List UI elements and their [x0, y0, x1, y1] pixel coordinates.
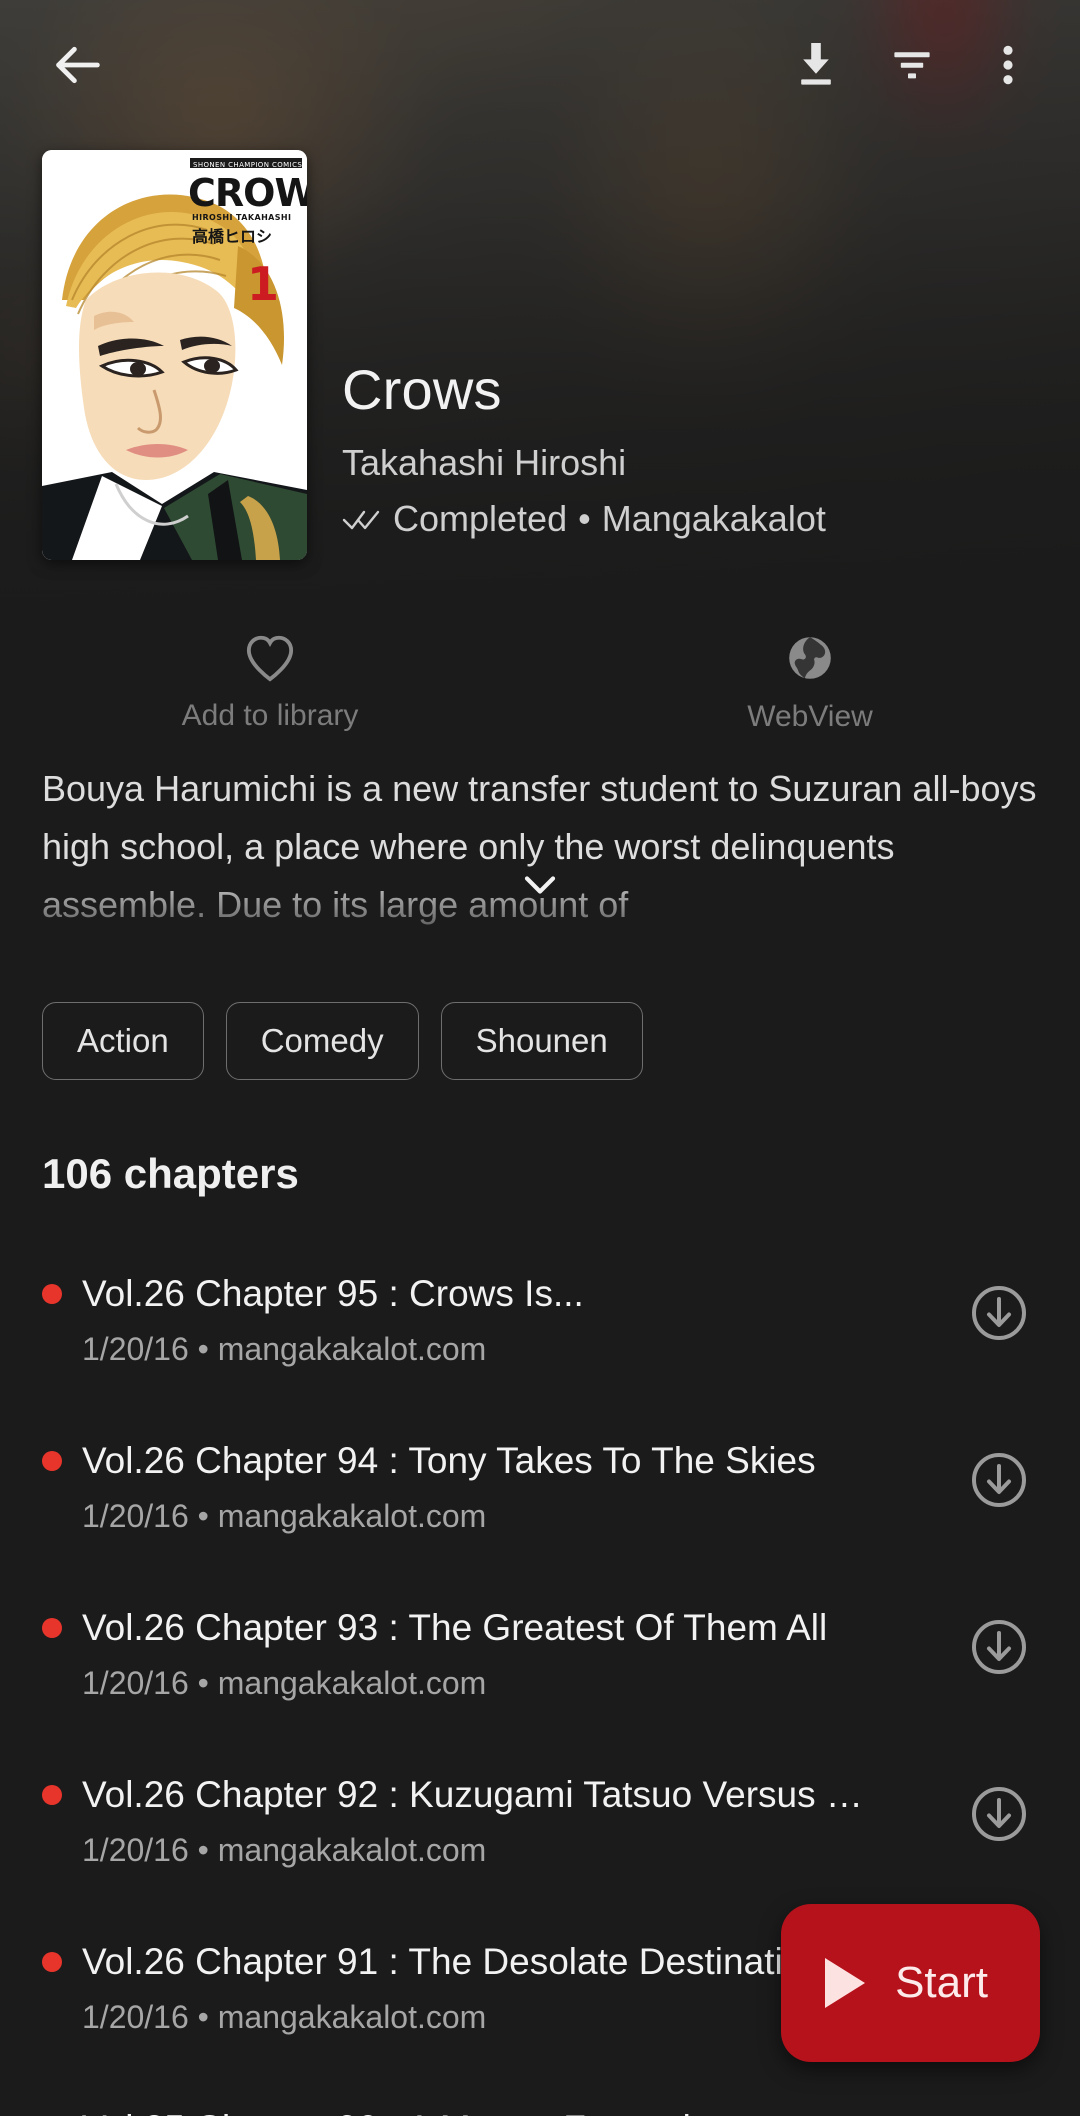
download-circle-icon: [969, 1617, 1029, 1682]
back-button[interactable]: [30, 17, 126, 113]
chapter-title-line: Vol.26 Chapter 95 : Crows Is...: [42, 1270, 936, 1317]
unread-dot: [42, 1450, 62, 1471]
chapter-row[interactable]: Vol.26 Chapter 92 : Kuzugami Tatsuo Vers…: [0, 1743, 1080, 1910]
unread-dot: [42, 1617, 62, 1638]
chapter-source: mangakakalot.com: [217, 1331, 487, 1368]
description-section[interactable]: Bouya Harumichi is a new transfer studen…: [0, 760, 1080, 950]
chapter-title-line: Vol.25 Chapter 90 : A Man ... Formed ...: [42, 2105, 936, 2116]
chapter-date: 1/20/16: [82, 1331, 189, 1368]
webview-label: WebView: [747, 699, 873, 733]
chapters-count-header: 106 chapters: [42, 1150, 299, 1197]
overflow-menu-button[interactable]: [960, 17, 1056, 113]
download-circle-icon: [969, 1450, 1029, 1515]
chapter-info: Vol.26 Chapter 95 : Crows Is... 1/20/16 …: [42, 1270, 960, 1368]
arrow-left-icon: [49, 36, 107, 94]
more-vertical-icon: [986, 41, 1030, 89]
chapter-date: 1/20/16: [82, 1498, 189, 1535]
chapter-download-button[interactable]: [960, 1276, 1038, 1354]
chapter-download-button[interactable]: [960, 1443, 1038, 1521]
svg-text:HIROSHI TAKAHASHI: HIROSHI TAKAHASHI: [192, 213, 291, 222]
manga-author: Takahashi Hiroshi: [342, 442, 627, 483]
chapter-download-button[interactable]: [960, 1610, 1038, 1688]
svg-text:SHONEN CHAMPION COMICS: SHONEN CHAMPION COMICS: [193, 161, 302, 169]
chapter-title: Vol.26 Chapter 94 : Tony Takes To The Sk…: [82, 1440, 816, 1481]
download-circle-icon: [969, 1784, 1029, 1849]
svg-text:1: 1: [247, 257, 279, 311]
chapter-source: mangakakalot.com: [217, 1498, 487, 1535]
chapter-subtitle: 1/20/16 • mangakakalot.com: [82, 1665, 936, 1702]
chapter-info: Vol.26 Chapter 92 : Kuzugami Tatsuo Vers…: [42, 1771, 960, 1869]
app-bar: [0, 0, 1080, 130]
manga-status-line: Completed • Mangakakalot: [342, 498, 1050, 540]
genre-chip-comedy[interactable]: Comedy: [225, 1002, 419, 1080]
manga-title: Crows: [342, 357, 502, 421]
genre-chip-list: Action Comedy Shounen: [0, 1002, 1080, 1080]
unread-dot: [42, 1784, 62, 1805]
manga-header: SHONEN CHAMPION COMICS CROWS HIROSHI TAK…: [0, 150, 1080, 610]
chapter-sub-separator: •: [197, 1498, 209, 1535]
chapter-subtitle: 1/20/16 • mangakakalot.com: [82, 1331, 936, 1368]
download-circle-icon: [969, 1283, 1029, 1348]
chapter-title: Vol.26 Chapter 95 : Crows Is...: [82, 1273, 584, 1314]
chevron-down-icon: [520, 872, 560, 903]
chapter-sub-separator: •: [197, 1331, 209, 1368]
double-check-icon: [342, 506, 382, 532]
chapter-date: 1/20/16: [82, 1832, 189, 1869]
description-expand-button[interactable]: [0, 872, 1080, 903]
chapter-title: Vol.26 Chapter 92 : Kuzugami Tatsuo Vers…: [82, 1774, 863, 1815]
play-icon: [825, 1958, 866, 2008]
chapter-sub-separator: •: [197, 1665, 209, 1702]
webview-button[interactable]: WebView: [540, 620, 1080, 745]
chapter-sub-separator: •: [197, 1832, 209, 1869]
manga-source: Mangakakalot: [601, 498, 826, 539]
heart-outline-icon: [243, 633, 297, 683]
chapter-title-line: Vol.26 Chapter 93 : The Greatest Of Them…: [42, 1604, 936, 1651]
filter-icon: [888, 41, 936, 89]
chapter-source: mangakakalot.com: [217, 1832, 487, 1869]
action-row: Add to library WebView: [0, 620, 1080, 745]
chapter-row[interactable]: Vol.26 Chapter 93 : The Greatest Of Them…: [0, 1576, 1080, 1743]
chapter-date: 1/20/16: [82, 1665, 189, 1702]
download-button[interactable]: [768, 17, 864, 113]
genre-chip-shounen[interactable]: Shounen: [440, 1002, 643, 1080]
manga-status-text: Completed: [393, 498, 568, 539]
chapter-title-line: Vol.26 Chapter 92 : Kuzugami Tatsuo Vers…: [42, 1771, 936, 1818]
chapter-info: Vol.25 Chapter 90 : A Man ... Formed ...…: [42, 2105, 960, 2116]
chapter-subtitle: 1/20/16 • mangakakalot.com: [82, 1498, 936, 1535]
manga-details-screen: SHONEN CHAMPION COMICS CROWS HIROSHI TAK…: [0, 0, 1080, 2116]
unread-dot: [42, 1951, 62, 1972]
chapter-subtitle: 1/20/16 • mangakakalot.com: [82, 1832, 936, 1869]
chapter-title-line: Vol.26 Chapter 94 : Tony Takes To The Sk…: [42, 1437, 936, 1484]
svg-text:高橋ヒロシ: 高橋ヒロシ: [192, 227, 272, 246]
cover-image[interactable]: SHONEN CHAMPION COMICS CROWS HIROSHI TAK…: [42, 150, 307, 560]
chapter-row[interactable]: Vol.25 Chapter 90 : A Man ... Formed ...…: [0, 2077, 1080, 2116]
chapter-date: 1/20/16: [82, 1999, 189, 2036]
add-to-library-label: Add to library: [181, 698, 359, 732]
add-to-library-button[interactable]: Add to library: [0, 620, 540, 745]
start-reading-fab[interactable]: Start: [781, 1904, 1040, 2062]
description-text: Bouya Harumichi is a new transfer studen…: [42, 768, 1037, 925]
chapter-info: Vol.26 Chapter 94 : Tony Takes To The Sk…: [42, 1437, 960, 1535]
filter-button[interactable]: [864, 17, 960, 113]
svg-text:CROWS: CROWS: [188, 171, 307, 215]
chapter-download-button[interactable]: [960, 1777, 1038, 1855]
start-label: Start: [895, 1958, 988, 2007]
status-separator: •: [578, 498, 591, 539]
chapter-row[interactable]: Vol.26 Chapter 94 : Tony Takes To The Sk…: [0, 1409, 1080, 1576]
globe-icon: [784, 632, 836, 684]
chapter-title: Vol.26 Chapter 91 : The Desolate Destina…: [82, 1941, 824, 1982]
unread-dot: [42, 1283, 62, 1304]
chapter-row[interactable]: Vol.26 Chapter 95 : Crows Is... 1/20/16 …: [0, 1242, 1080, 1409]
chapter-source: mangakakalot.com: [217, 1999, 487, 2036]
chapter-source: mangakakalot.com: [217, 1665, 487, 1702]
genre-chip-action[interactable]: Action: [42, 1002, 204, 1080]
cover-artwork: SHONEN CHAMPION COMICS CROWS HIROSHI TAK…: [42, 150, 307, 560]
chapter-title: Vol.26 Chapter 93 : The Greatest Of Them…: [82, 1607, 828, 1648]
chapter-title: Vol.25 Chapter 90 : A Man ... Formed ...: [82, 2105, 732, 2116]
chapter-info: Vol.26 Chapter 93 : The Greatest Of Them…: [42, 1604, 960, 1702]
manga-meta: Crows Takahashi Hiroshi Completed • Mang…: [307, 150, 1080, 610]
download-icon: [792, 39, 840, 91]
chapter-download-button[interactable]: [960, 2111, 1038, 2116]
chapter-sub-separator: •: [197, 1999, 209, 2036]
